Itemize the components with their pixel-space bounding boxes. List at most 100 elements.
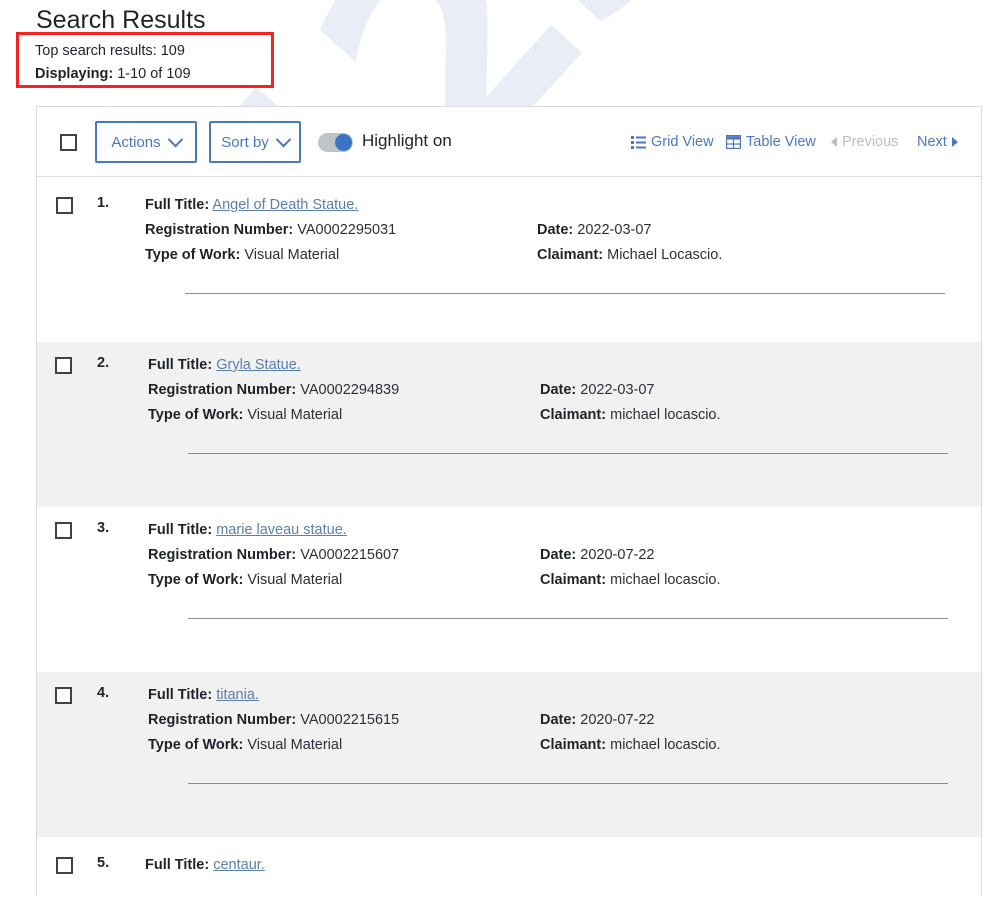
full-title-label: Full Title:: [148, 357, 212, 373]
sort-by-label: Sort by: [221, 134, 269, 151]
field-full-title: Full Title: Angel of Death Statue.: [145, 193, 358, 218]
row-body: Full Title: Angel of Death Statue. Regis…: [145, 193, 981, 269]
row-separator: [188, 618, 948, 619]
date-label: Date:: [540, 712, 576, 728]
result-title-link[interactable]: marie laveau statue.: [216, 522, 347, 538]
field-registration-number: Registration Number: VA0002295031: [145, 218, 396, 243]
type-of-work-label: Type of Work:: [148, 572, 243, 588]
field-date: Date: 2020-07-22: [540, 543, 654, 568]
table-view-label: Table View: [746, 134, 816, 150]
full-title-label: Full Title:: [145, 857, 209, 873]
field-registration-number: Registration Number: VA0002215607: [148, 543, 399, 568]
row-checkbox[interactable]: [55, 687, 72, 704]
field-type-of-work: Type of Work: Visual Material: [148, 733, 342, 758]
claimant-label: Claimant:: [540, 737, 606, 753]
row-body: Full Title: centaur.: [145, 853, 981, 877]
claimant-value: michael locascio.: [610, 407, 720, 423]
row-checkbox[interactable]: [56, 197, 73, 214]
top-search-results-line: Top search results: 109: [35, 40, 271, 63]
field-type-of-work: Type of Work: Visual Material: [148, 568, 342, 593]
grid-view-button[interactable]: Grid View: [631, 134, 714, 150]
results-toolbar: Actions Sort by Highlight on Grid View: [37, 107, 981, 177]
row-separator: [188, 783, 948, 784]
table-row[interactable]: 3. Full Title: marie laveau statue. Regi…: [37, 507, 981, 672]
row-checkbox[interactable]: [56, 857, 73, 874]
registration-number-label: Registration Number:: [148, 712, 296, 728]
field-full-title: Full Title: titania.: [148, 683, 259, 708]
table-row[interactable]: 2. Full Title: Gryla Statue. Registratio…: [37, 342, 981, 507]
date-value: 2020-07-22: [580, 547, 654, 563]
displaying-label: Displaying:: [35, 66, 113, 82]
result-title-link[interactable]: Angel of Death Statue.: [212, 197, 358, 213]
claimant-label: Claimant:: [540, 407, 606, 423]
next-page-button[interactable]: Next: [917, 134, 958, 150]
row-body: Full Title: titania. Registration Number…: [148, 683, 981, 759]
row-body: Full Title: Gryla Statue. Registration N…: [148, 353, 981, 429]
field-full-title: Full Title: marie laveau statue.: [148, 518, 347, 543]
full-title-label: Full Title:: [148, 522, 212, 538]
highlight-toggle-switch[interactable]: [318, 133, 353, 152]
row-checkbox[interactable]: [55, 357, 72, 374]
table-row[interactable]: 4. Full Title: titania. Registration Num…: [37, 672, 981, 837]
field-date: Date: 2022-03-07: [540, 378, 654, 403]
results-card: Actions Sort by Highlight on Grid View: [36, 106, 982, 896]
field-claimant: Claimant: michael locascio.: [540, 733, 721, 758]
result-title-link[interactable]: Gryla Statue.: [216, 357, 301, 373]
field-type-of-work: Type of Work: Visual Material: [145, 243, 339, 268]
table-row[interactable]: 5. Full Title: centaur.: [37, 837, 981, 897]
field-registration-number: Registration Number: VA0002215615: [148, 708, 399, 733]
field-claimant: Claimant: michael locascio.: [540, 568, 721, 593]
row-body: Full Title: marie laveau statue. Registr…: [148, 518, 981, 594]
date-value: 2020-07-22: [580, 712, 654, 728]
row-index: 5.: [97, 855, 109, 871]
row-separator: [185, 293, 945, 294]
date-label: Date:: [537, 222, 573, 238]
table-view-button[interactable]: Table View: [726, 134, 816, 150]
claimant-value: michael locascio.: [610, 572, 720, 588]
row-index: 2.: [97, 355, 109, 371]
full-title-label: Full Title:: [145, 197, 209, 213]
displaying-line: Displaying: 1-10 of 109: [35, 63, 271, 86]
registration-number-value: VA0002295031: [297, 222, 396, 238]
claimant-label: Claimant:: [540, 572, 606, 588]
row-index: 3.: [97, 520, 109, 536]
row-index: 1.: [97, 195, 109, 211]
result-title-link[interactable]: titania.: [216, 687, 259, 703]
chevron-down-icon: [167, 131, 183, 147]
type-of-work-value: Visual Material: [247, 407, 342, 423]
field-registration-number: Registration Number: VA0002294839: [148, 378, 399, 403]
field-full-title: Full Title: centaur.: [145, 853, 265, 878]
claimant-value: michael locascio.: [610, 737, 720, 753]
date-label: Date:: [540, 382, 576, 398]
table-row[interactable]: 1. Full Title: Angel of Death Statue. Re…: [37, 177, 981, 342]
registration-number-value: VA0002215615: [300, 712, 399, 728]
field-type-of-work: Type of Work: Visual Material: [148, 403, 342, 428]
sort-by-dropdown-button[interactable]: Sort by: [209, 121, 301, 163]
actions-dropdown-button[interactable]: Actions: [95, 121, 197, 163]
select-all-checkbox[interactable]: [60, 134, 77, 151]
type-of-work-value: Visual Material: [247, 572, 342, 588]
top-search-results-label: Top search results:: [35, 43, 157, 59]
grid-view-label: Grid View: [651, 134, 714, 150]
row-checkbox[interactable]: [55, 522, 72, 539]
registration-number-label: Registration Number:: [148, 547, 296, 563]
registration-number-label: Registration Number:: [148, 382, 296, 398]
result-summary-annotation-box: Top search results: 109 Displaying: 1-10…: [16, 32, 274, 88]
type-of-work-label: Type of Work:: [148, 737, 243, 753]
chevron-down-icon: [275, 131, 291, 147]
date-value: 2022-03-07: [577, 222, 651, 238]
type-of-work-label: Type of Work:: [145, 247, 240, 263]
list-icon: [631, 136, 646, 149]
registration-number-value: VA0002215607: [300, 547, 399, 563]
full-title-label: Full Title:: [148, 687, 212, 703]
claimant-label: Claimant:: [537, 247, 603, 263]
registration-number-value: VA0002294839: [300, 382, 399, 398]
field-claimant: Claimant: Michael Locascio.: [537, 243, 722, 268]
highlight-toggle-label: Highlight on: [362, 131, 452, 151]
field-date: Date: 2022-03-07: [537, 218, 651, 243]
toggle-knob: [335, 134, 352, 151]
result-title-link[interactable]: centaur.: [213, 857, 265, 873]
triangle-right-icon: [952, 137, 958, 147]
actions-label: Actions: [111, 134, 160, 151]
previous-page-button[interactable]: Previous: [831, 134, 898, 150]
